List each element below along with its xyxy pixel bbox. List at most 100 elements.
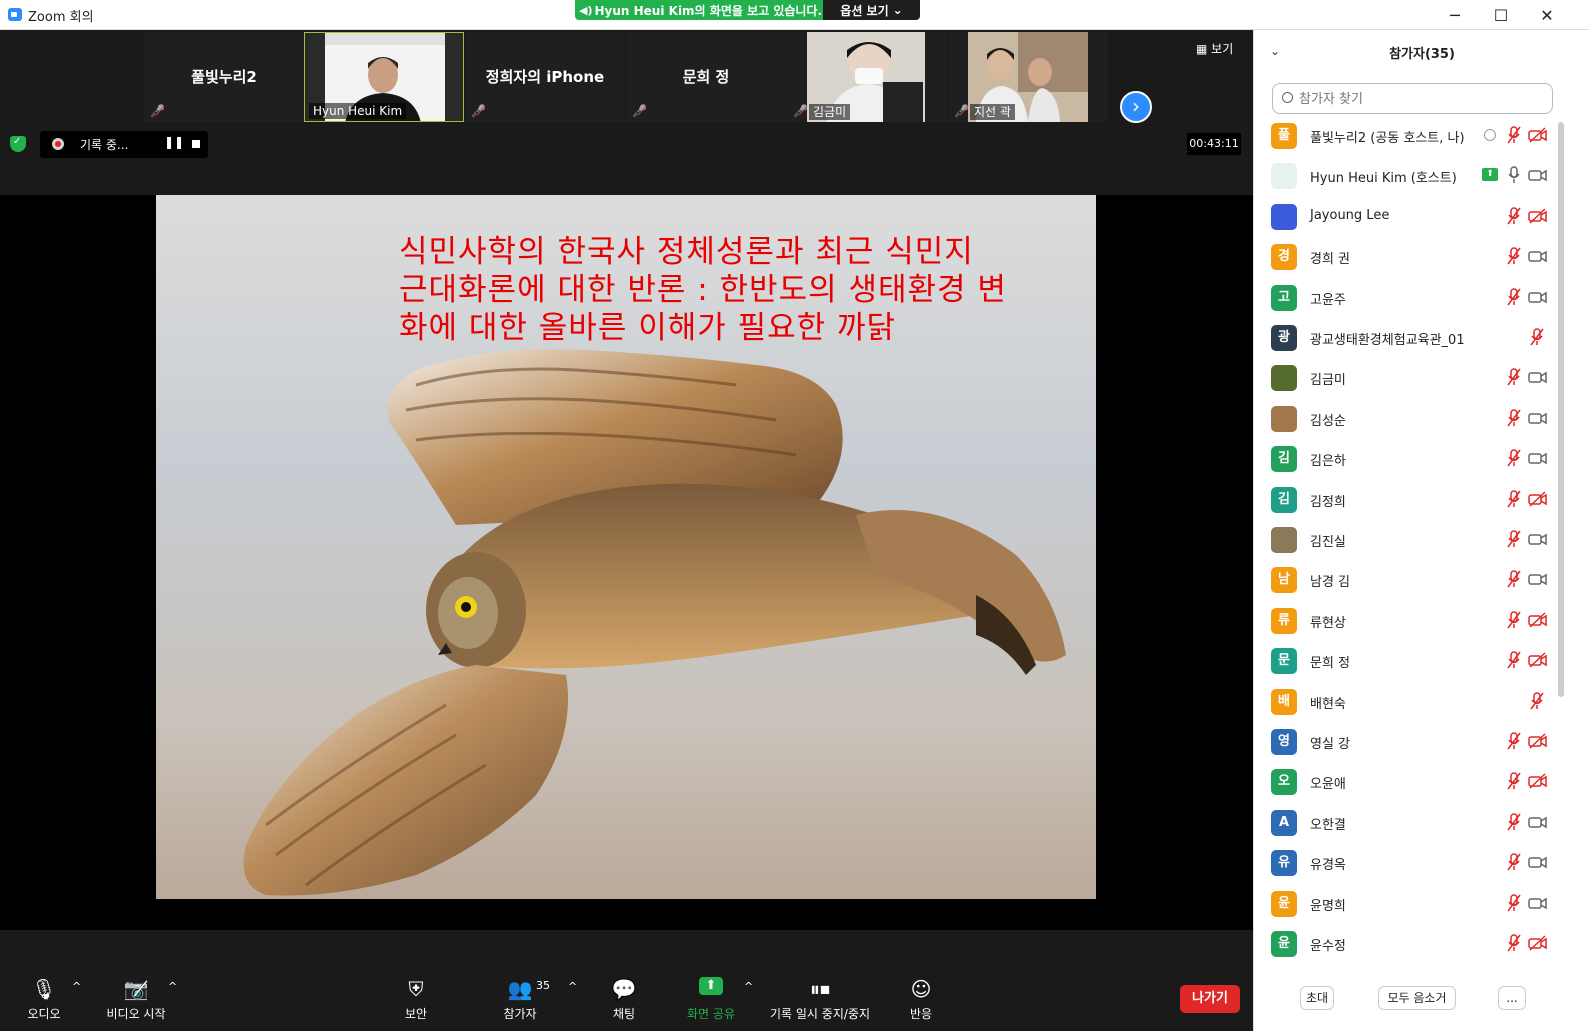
chat-icon[interactable]: 💬 <box>612 977 637 1001</box>
mic-muted-icon[interactable] <box>1507 610 1521 630</box>
video-off-icon[interactable]: 📷̸ <box>124 977 149 1001</box>
participant-row[interactable]: Jayoung Lee <box>1254 197 1560 237</box>
participant-row[interactable]: Hyun Heui Kim (호스트) ⬆ <box>1254 156 1560 196</box>
participant-row[interactable]: 배 배현숙 <box>1254 682 1560 722</box>
participant-row[interactable]: 유 유경옥 <box>1254 843 1560 883</box>
participant-row[interactable]: 경 경희 권 <box>1254 237 1560 277</box>
camera-icon[interactable] <box>1528 289 1548 305</box>
leave-button[interactable]: 나가기 <box>1180 985 1240 1013</box>
camera-icon[interactable] <box>1528 369 1548 385</box>
mic-muted-icon[interactable] <box>1507 852 1521 872</box>
participant-row[interactable]: 윤 윤명희 <box>1254 884 1560 924</box>
participant-row[interactable]: A 오한결 <box>1254 803 1560 843</box>
stop-recording-button[interactable] <box>192 140 200 148</box>
camera-icon[interactable] <box>1528 248 1548 264</box>
mic-muted-icon[interactable] <box>1507 448 1521 468</box>
video-tile[interactable]: 🎤̸ 지선 곽 <box>948 32 1108 122</box>
camera-off-icon[interactable] <box>1528 208 1548 224</box>
mic-icon[interactable] <box>1507 165 1521 185</box>
participant-row[interactable]: 윤 윤수정 <box>1254 924 1560 964</box>
mic-muted-icon[interactable] <box>1507 206 1521 226</box>
mic-muted-icon[interactable] <box>1507 408 1521 428</box>
camera-icon[interactable] <box>1528 410 1548 426</box>
mic-muted-icon[interactable] <box>1530 691 1544 711</box>
mic-muted-icon[interactable] <box>1507 771 1521 791</box>
mic-muted-icon[interactable] <box>1507 246 1521 266</box>
camera-icon[interactable] <box>1528 814 1548 830</box>
camera-icon[interactable] <box>1528 167 1548 183</box>
mic-muted-icon[interactable] <box>1507 650 1521 670</box>
participant-row[interactable]: 오 오윤애 <box>1254 762 1560 802</box>
participant-row[interactable]: 고 고윤주 <box>1254 278 1560 318</box>
participant-row[interactable]: 김 김은하 <box>1254 439 1560 479</box>
participants-caret[interactable]: ^ <box>568 980 577 993</box>
mute-all-button[interactable]: 모두 음소거 <box>1378 986 1456 1010</box>
video-label[interactable]: 비디오 시작 <box>106 1005 165 1022</box>
video-tile[interactable]: 문희 정 🎤̸ <box>626 32 786 122</box>
chat-label[interactable]: 채팅 <box>613 1005 635 1022</box>
mic-muted-icon[interactable] <box>1530 327 1544 347</box>
invite-button[interactable]: 초대 <box>1300 986 1334 1010</box>
camera-off-icon[interactable] <box>1528 652 1548 668</box>
video-tile-active[interactable]: Hyun Heui Kim <box>304 32 464 122</box>
share-screen-icon[interactable]: ⬆ <box>699 977 723 995</box>
participant-row[interactable]: 김진실 <box>1254 520 1560 560</box>
participant-row[interactable]: 문 문희 정 <box>1254 641 1560 681</box>
camera-off-icon[interactable] <box>1528 491 1548 507</box>
participant-row[interactable]: 김금미 <box>1254 358 1560 398</box>
next-page-button[interactable]: › <box>1120 91 1152 123</box>
pause-recording-button[interactable]: ❚❚ <box>164 135 184 149</box>
video-tile[interactable]: 정희자의 iPhone 🎤̸ <box>465 32 625 122</box>
participant-row[interactable]: 영 영실 강 <box>1254 722 1560 762</box>
camera-off-icon[interactable] <box>1528 612 1548 628</box>
mic-muted-icon[interactable] <box>1507 287 1521 307</box>
participant-row[interactable]: 김 김정희 <box>1254 480 1560 520</box>
audio-options-caret[interactable]: ^ <box>72 980 81 993</box>
record-label[interactable]: 기록 일시 중지/중지 <box>770 1005 870 1022</box>
audio-label[interactable]: 오디오 <box>27 1005 60 1022</box>
camera-off-icon[interactable] <box>1528 127 1548 143</box>
mic-muted-icon[interactable] <box>1507 893 1521 913</box>
security-shield-icon[interactable]: ⛨ <box>409 977 424 1001</box>
view-button[interactable]: ▦ 보기 <box>1196 40 1233 57</box>
mic-muted-icon[interactable] <box>1507 367 1521 387</box>
mic-muted-icon[interactable] <box>1507 529 1521 549</box>
camera-icon[interactable] <box>1528 571 1548 587</box>
camera-icon[interactable] <box>1528 854 1548 870</box>
more-button[interactable]: ... <box>1498 986 1526 1010</box>
view-options-button[interactable]: 옵션 보기 ⌄ <box>823 0 920 20</box>
mic-muted-icon[interactable] <box>1507 812 1521 832</box>
video-tile[interactable]: 🎤̸ 김금미 <box>787 32 947 122</box>
encryption-shield-icon[interactable] <box>10 136 26 152</box>
reactions-label[interactable]: 반응 <box>910 1005 932 1022</box>
camera-off-icon[interactable] <box>1528 773 1548 789</box>
mic-muted-icon[interactable] <box>1507 933 1521 953</box>
share-options-caret[interactable]: ^ <box>744 980 753 993</box>
participant-row[interactable]: 김성순 <box>1254 399 1560 439</box>
security-label[interactable]: 보안 <box>405 1005 427 1022</box>
video-options-caret[interactable]: ^ <box>168 980 177 993</box>
microphone-icon[interactable]: 🎙 <box>31 977 56 1001</box>
maximize-button[interactable]: ☐ <box>1478 0 1524 30</box>
participants-icon[interactable]: 👥 <box>508 977 533 1001</box>
scrollbar[interactable] <box>1558 122 1564 697</box>
camera-icon[interactable] <box>1528 895 1548 911</box>
participant-row[interactable]: 풀 풀빛누리2 (공동 호스트, 나) <box>1254 116 1560 156</box>
camera-icon[interactable] <box>1528 450 1548 466</box>
participant-row[interactable]: 광 광교생태환경체험교육관_01 <box>1254 318 1560 358</box>
participant-search[interactable] <box>1272 83 1553 114</box>
share-label[interactable]: 화면 공유 <box>687 1005 735 1022</box>
mic-muted-icon[interactable] <box>1507 731 1521 751</box>
minimize-button[interactable]: ─ <box>1432 0 1478 30</box>
search-input[interactable] <box>1299 89 1539 109</box>
camera-off-icon[interactable] <box>1528 935 1548 951</box>
video-tile[interactable]: 풀빛누리2 🎤̸ <box>144 32 304 122</box>
close-button[interactable]: ✕ <box>1524 0 1570 30</box>
mic-muted-icon[interactable] <box>1507 569 1521 589</box>
camera-icon[interactable] <box>1528 531 1548 547</box>
mic-muted-icon[interactable] <box>1507 489 1521 509</box>
camera-off-icon[interactable] <box>1528 733 1548 749</box>
participant-row[interactable]: 남 남경 김 <box>1254 560 1560 600</box>
participants-label[interactable]: 참가자 <box>503 1005 536 1022</box>
mic-muted-icon[interactable] <box>1507 125 1521 145</box>
